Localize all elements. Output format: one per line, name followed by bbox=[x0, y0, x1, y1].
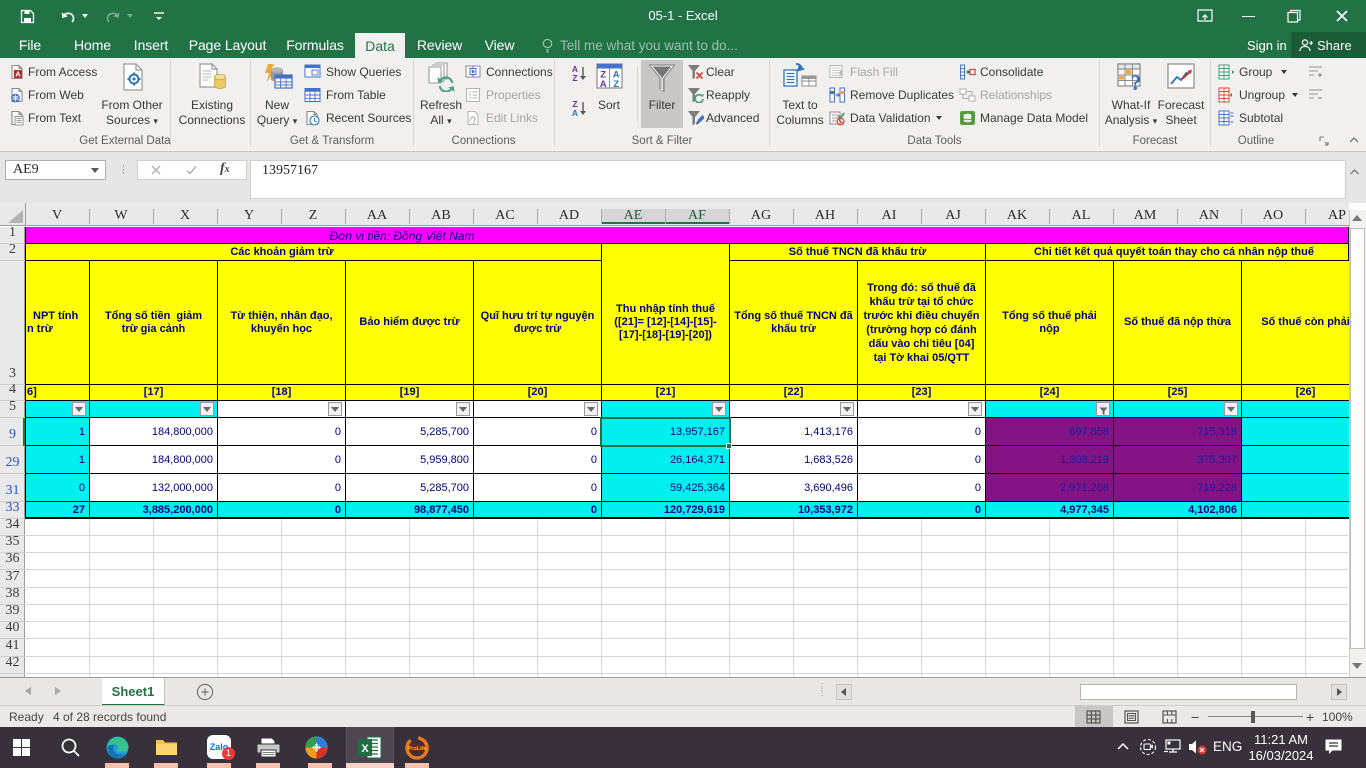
svg-text:A: A bbox=[15, 70, 21, 79]
svg-text:Z: Z bbox=[613, 79, 619, 89]
svg-text:A: A bbox=[572, 108, 578, 118]
svg-text:Z: Z bbox=[572, 73, 577, 83]
svg-text:ProLife: ProLife bbox=[408, 746, 427, 752]
svg-text:?: ? bbox=[1131, 70, 1142, 92]
svg-text:A: A bbox=[600, 79, 607, 89]
svg-text:X: X bbox=[361, 743, 369, 755]
